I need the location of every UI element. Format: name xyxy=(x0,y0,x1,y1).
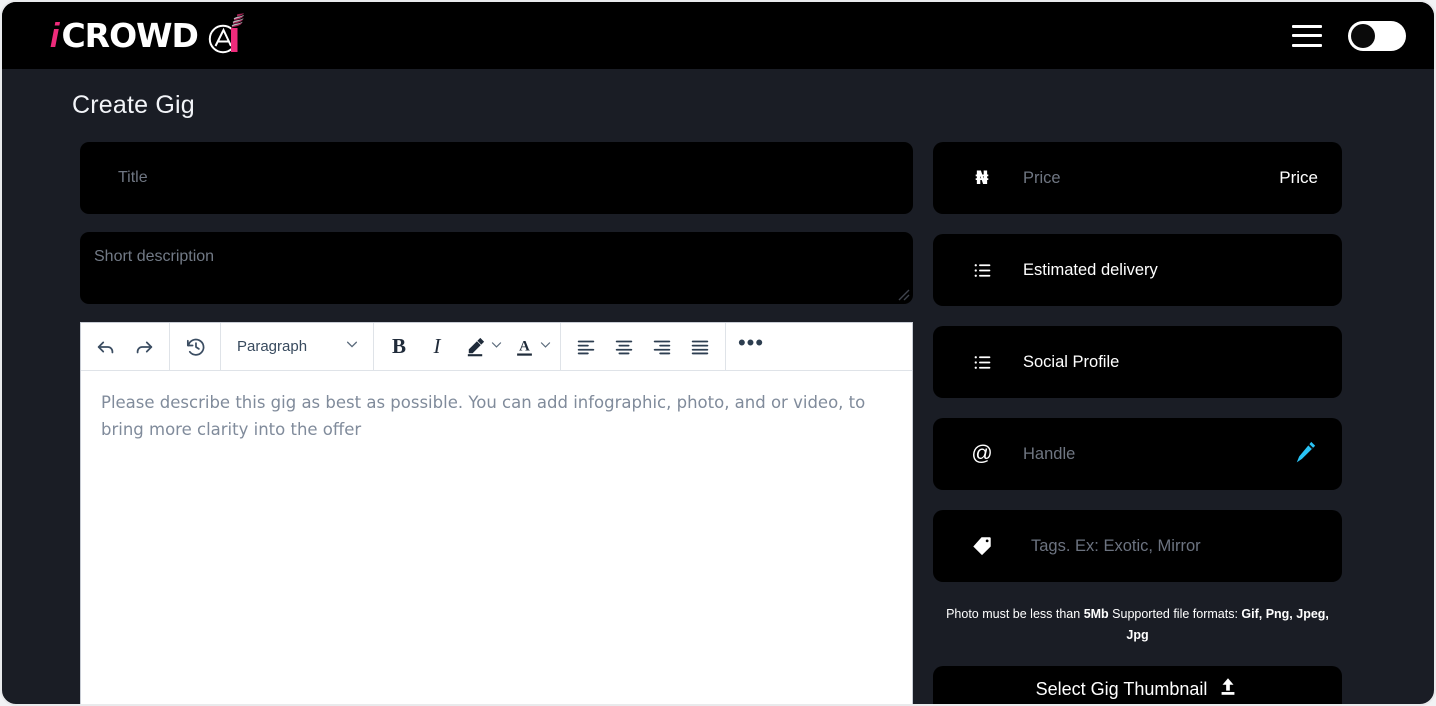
hamburger-bar xyxy=(1292,34,1322,37)
highlight-color-control[interactable] xyxy=(456,324,505,370)
rich-text-editor: Paragraph B I A ••• Please describe this… xyxy=(80,322,913,704)
photo-note-part2: Supported file formats: xyxy=(1108,607,1242,621)
left-column: Title Short description Paragraph B I A … xyxy=(80,142,913,704)
toolbar-group-overflow: ••• xyxy=(726,323,776,370)
textarea-resize-handle[interactable] xyxy=(897,288,910,301)
right-column: ₦ Price Price Estimated delivery Social … xyxy=(933,142,1342,704)
editor-content-area[interactable]: Please describe this gig as best as poss… xyxy=(81,371,912,704)
price-input-row[interactable]: ₦ Price Price xyxy=(933,142,1342,214)
pen-icon[interactable] xyxy=(1292,439,1318,470)
redo-icon[interactable] xyxy=(125,324,163,370)
align-justify-icon[interactable] xyxy=(681,324,719,370)
select-gig-thumbnail-label: Select Gig Thumbnail xyxy=(1035,679,1208,699)
editor-toolbar: Paragraph B I A ••• xyxy=(81,323,912,371)
revision-history-icon[interactable] xyxy=(176,324,214,370)
align-center-icon[interactable] xyxy=(605,324,643,370)
bold-button[interactable]: B xyxy=(380,324,418,370)
toolbar-group-text-style: B I A xyxy=(374,323,561,370)
align-left-icon[interactable] xyxy=(567,324,605,370)
main-content: Title Short description Paragraph B I A … xyxy=(2,120,1434,704)
brand-logo-text: i CROWD xyxy=(50,15,199,55)
highlighter-icon[interactable] xyxy=(456,324,494,370)
hamburger-bar xyxy=(1292,24,1322,28)
naira-currency-icon: ₦ xyxy=(975,167,989,189)
gig-title-input[interactable]: Title xyxy=(80,142,913,214)
price-placeholder: Price xyxy=(1023,168,1061,187)
header-actions xyxy=(1292,20,1406,51)
page-title: Create Gig xyxy=(72,91,195,119)
font-color-icon[interactable]: A xyxy=(505,324,543,370)
brand-logo[interactable]: i CROWD xyxy=(50,12,250,59)
chevron-down-icon xyxy=(539,338,552,356)
gig-title-placeholder: Title xyxy=(118,169,148,186)
tags-placeholder: Tags. Ex: Exotic, Mirror xyxy=(1031,536,1201,555)
app-header: i CROWD xyxy=(2,2,1434,69)
hamburger-icon[interactable] xyxy=(1292,24,1322,47)
handle-input-row[interactable]: @ Handle xyxy=(933,418,1342,490)
estimated-delivery-select[interactable]: Estimated delivery xyxy=(933,234,1342,306)
toolbar-group-history xyxy=(81,323,170,370)
app-window: i CROWD Create Gig Title Short descripti… xyxy=(0,0,1436,706)
handle-placeholder: Handle xyxy=(1023,444,1076,463)
theme-toggle[interactable] xyxy=(1348,20,1406,51)
select-gig-thumbnail-button[interactable]: Select Gig Thumbnail xyxy=(933,665,1342,704)
social-profile-label: Social Profile xyxy=(1023,352,1120,371)
upload-icon xyxy=(1217,676,1239,703)
font-color-control[interactable]: A xyxy=(505,324,554,370)
photo-requirements-note: Photo must be less than 5Mb Supported fi… xyxy=(933,602,1342,647)
icrowd-a-mark-icon xyxy=(204,12,250,59)
editor-placeholder: Please describe this gig as best as poss… xyxy=(101,393,866,440)
toolbar-group-alignment xyxy=(561,323,726,370)
block-format-select[interactable]: Paragraph xyxy=(227,324,367,370)
list-icon xyxy=(969,260,995,281)
tag-icon xyxy=(969,535,995,557)
tags-input-row[interactable]: Tags. Ex: Exotic, Mirror xyxy=(933,510,1342,582)
short-description-placeholder: Short description xyxy=(94,248,215,265)
align-right-icon[interactable] xyxy=(643,324,681,370)
undo-icon[interactable] xyxy=(87,324,125,370)
at-icon: @ xyxy=(971,442,993,465)
toolbar-group-revision xyxy=(170,323,221,370)
social-profile-select[interactable]: Social Profile xyxy=(933,326,1342,398)
brand-logo-i: i xyxy=(50,16,61,55)
more-options-icon[interactable]: ••• xyxy=(732,324,770,370)
list-icon xyxy=(969,352,995,373)
brand-logo-word: CROWD xyxy=(61,15,198,55)
italic-button[interactable]: I xyxy=(418,324,456,370)
photo-note-size-limit: 5Mb xyxy=(1083,607,1109,621)
short-description-textarea[interactable]: Short description xyxy=(80,232,913,304)
photo-note-part1: Photo must be less than xyxy=(946,607,1084,621)
toolbar-group-block-format: Paragraph xyxy=(221,323,374,370)
block-format-value: Paragraph xyxy=(237,338,308,355)
price-label: Price xyxy=(1279,168,1318,187)
chevron-down-icon xyxy=(345,337,359,356)
svg-text:A: A xyxy=(519,338,530,354)
hamburger-bar xyxy=(1292,43,1322,47)
estimated-delivery-label: Estimated delivery xyxy=(1023,260,1158,279)
chevron-down-icon xyxy=(490,338,503,356)
theme-toggle-knob xyxy=(1351,23,1375,48)
